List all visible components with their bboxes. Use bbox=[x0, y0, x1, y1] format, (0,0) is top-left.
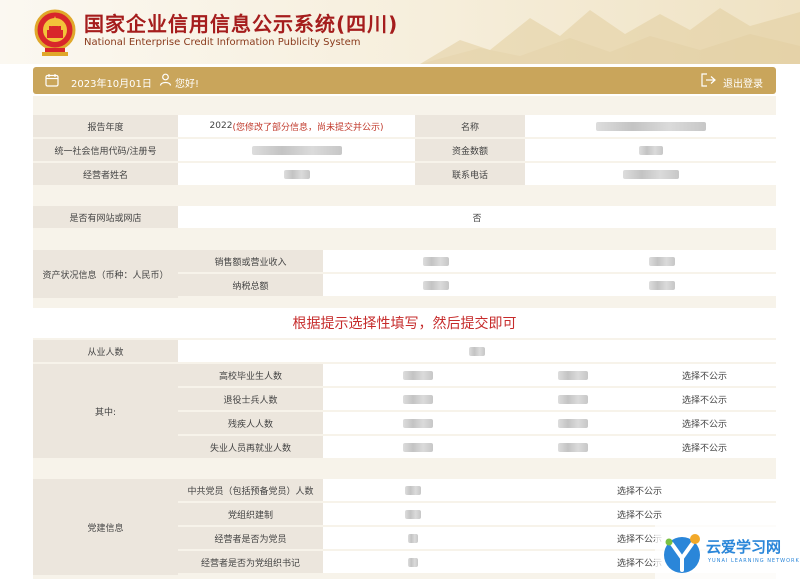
sales-value[interactable] bbox=[323, 250, 548, 272]
credit-code-value bbox=[178, 139, 415, 161]
employees-value[interactable] bbox=[178, 340, 776, 362]
reemployed-value[interactable] bbox=[323, 436, 513, 458]
disabled-label: 残疾人人数 bbox=[178, 412, 323, 434]
capital-value bbox=[525, 139, 776, 161]
operator-value bbox=[178, 163, 415, 185]
veterans-status[interactable]: 选择不公示 bbox=[633, 388, 776, 410]
phone-label: 联系电话 bbox=[415, 163, 525, 185]
sales-label: 销售额或营业收入 bbox=[178, 250, 323, 272]
disabled-status[interactable]: 选择不公示 bbox=[633, 412, 776, 434]
assets-group-label: 资产状况信息（币种：人民币） bbox=[33, 250, 178, 298]
party-group-label: 党建信息 bbox=[33, 479, 178, 575]
site-header: 国家企业信用信息公示系统(四川) National Enterprise Cre… bbox=[0, 0, 800, 64]
report-year-value: 2022 bbox=[209, 121, 233, 131]
reemployed-label: 失业人员再就业人数 bbox=[178, 436, 323, 458]
report-year-label: 报告年度 bbox=[33, 115, 178, 137]
operator-secretary-label: 经营者是否为党组织书记 bbox=[178, 551, 323, 573]
party-members-label: 中共党员（包括预备党员）人数 bbox=[178, 479, 323, 501]
reemployed-extra[interactable] bbox=[513, 436, 633, 458]
phone-value bbox=[525, 163, 776, 185]
veterans-label: 退役士兵人数 bbox=[178, 388, 323, 410]
mountain-decoration bbox=[420, 8, 800, 64]
graduates-value[interactable] bbox=[323, 364, 513, 386]
annual-report-form: 报告年度 2022 (您修改了部分信息，尚未提交并公示) 名称 统一社会信用代码… bbox=[33, 96, 776, 579]
tax-label: 纳税总额 bbox=[178, 274, 323, 296]
watermark-subtext: YUNAI LEARNING NETWORK bbox=[708, 558, 800, 564]
site-subtitle: National Enterprise Credit Information P… bbox=[84, 37, 361, 48]
disabled-value[interactable] bbox=[323, 412, 513, 434]
calendar-icon bbox=[45, 74, 59, 87]
operator-member-label: 经营者是否为党员 bbox=[178, 527, 323, 549]
veterans-value[interactable] bbox=[323, 388, 513, 410]
operator-secretary-value[interactable] bbox=[323, 551, 503, 573]
logout-link[interactable]: 退出登录 bbox=[723, 75, 763, 90]
veterans-extra[interactable] bbox=[513, 388, 633, 410]
tax-value[interactable] bbox=[323, 274, 548, 296]
operator-label: 经营者姓名 bbox=[33, 163, 178, 185]
watermark-text: 云爱学习网 bbox=[706, 538, 782, 556]
user-icon bbox=[159, 73, 172, 86]
party-org-label: 党组织建制 bbox=[178, 503, 323, 525]
party-org-value[interactable] bbox=[323, 503, 503, 525]
report-year-cell: 2022 (您修改了部分信息，尚未提交并公示) bbox=[178, 115, 415, 137]
disabled-extra[interactable] bbox=[513, 412, 633, 434]
employees-label: 从业人数 bbox=[33, 340, 178, 362]
national-emblem-icon bbox=[34, 9, 76, 56]
unsubmitted-notice: (您修改了部分信息，尚未提交并公示) bbox=[232, 122, 384, 133]
name-value bbox=[525, 115, 776, 137]
graduates-label: 高校毕业生人数 bbox=[178, 364, 323, 386]
operator-member-value[interactable] bbox=[323, 527, 503, 549]
capital-label: 资金数额 bbox=[415, 139, 525, 161]
tax-visibility[interactable] bbox=[548, 274, 776, 296]
employees-breakdown-label: 其中: bbox=[33, 364, 178, 458]
sales-visibility[interactable] bbox=[548, 250, 776, 272]
fill-instruction: 根据提示选择性填写，然后提交即可 bbox=[33, 308, 776, 338]
name-label: 名称 bbox=[415, 115, 525, 137]
party-members-status[interactable]: 选择不公示 bbox=[503, 479, 776, 501]
current-date: 2023年10月01日 bbox=[71, 79, 152, 90]
greeting-text: 您好! bbox=[175, 79, 200, 90]
party-members-value[interactable] bbox=[323, 479, 503, 501]
credit-code-label: 统一社会信用代码/注册号 bbox=[33, 139, 178, 161]
user-bar: 2023年10月01日 您好! 退出登录 bbox=[33, 67, 776, 94]
graduates-extra[interactable] bbox=[513, 364, 633, 386]
reemployed-status[interactable]: 选择不公示 bbox=[633, 436, 776, 458]
website-label: 是否有网站或网店 bbox=[33, 206, 178, 228]
graduates-status[interactable]: 选择不公示 bbox=[633, 364, 776, 386]
logout-icon[interactable] bbox=[701, 73, 716, 87]
site-title: 国家企业信用信息公示系统(四川) bbox=[84, 12, 399, 36]
website-value[interactable]: 否 bbox=[178, 206, 776, 228]
